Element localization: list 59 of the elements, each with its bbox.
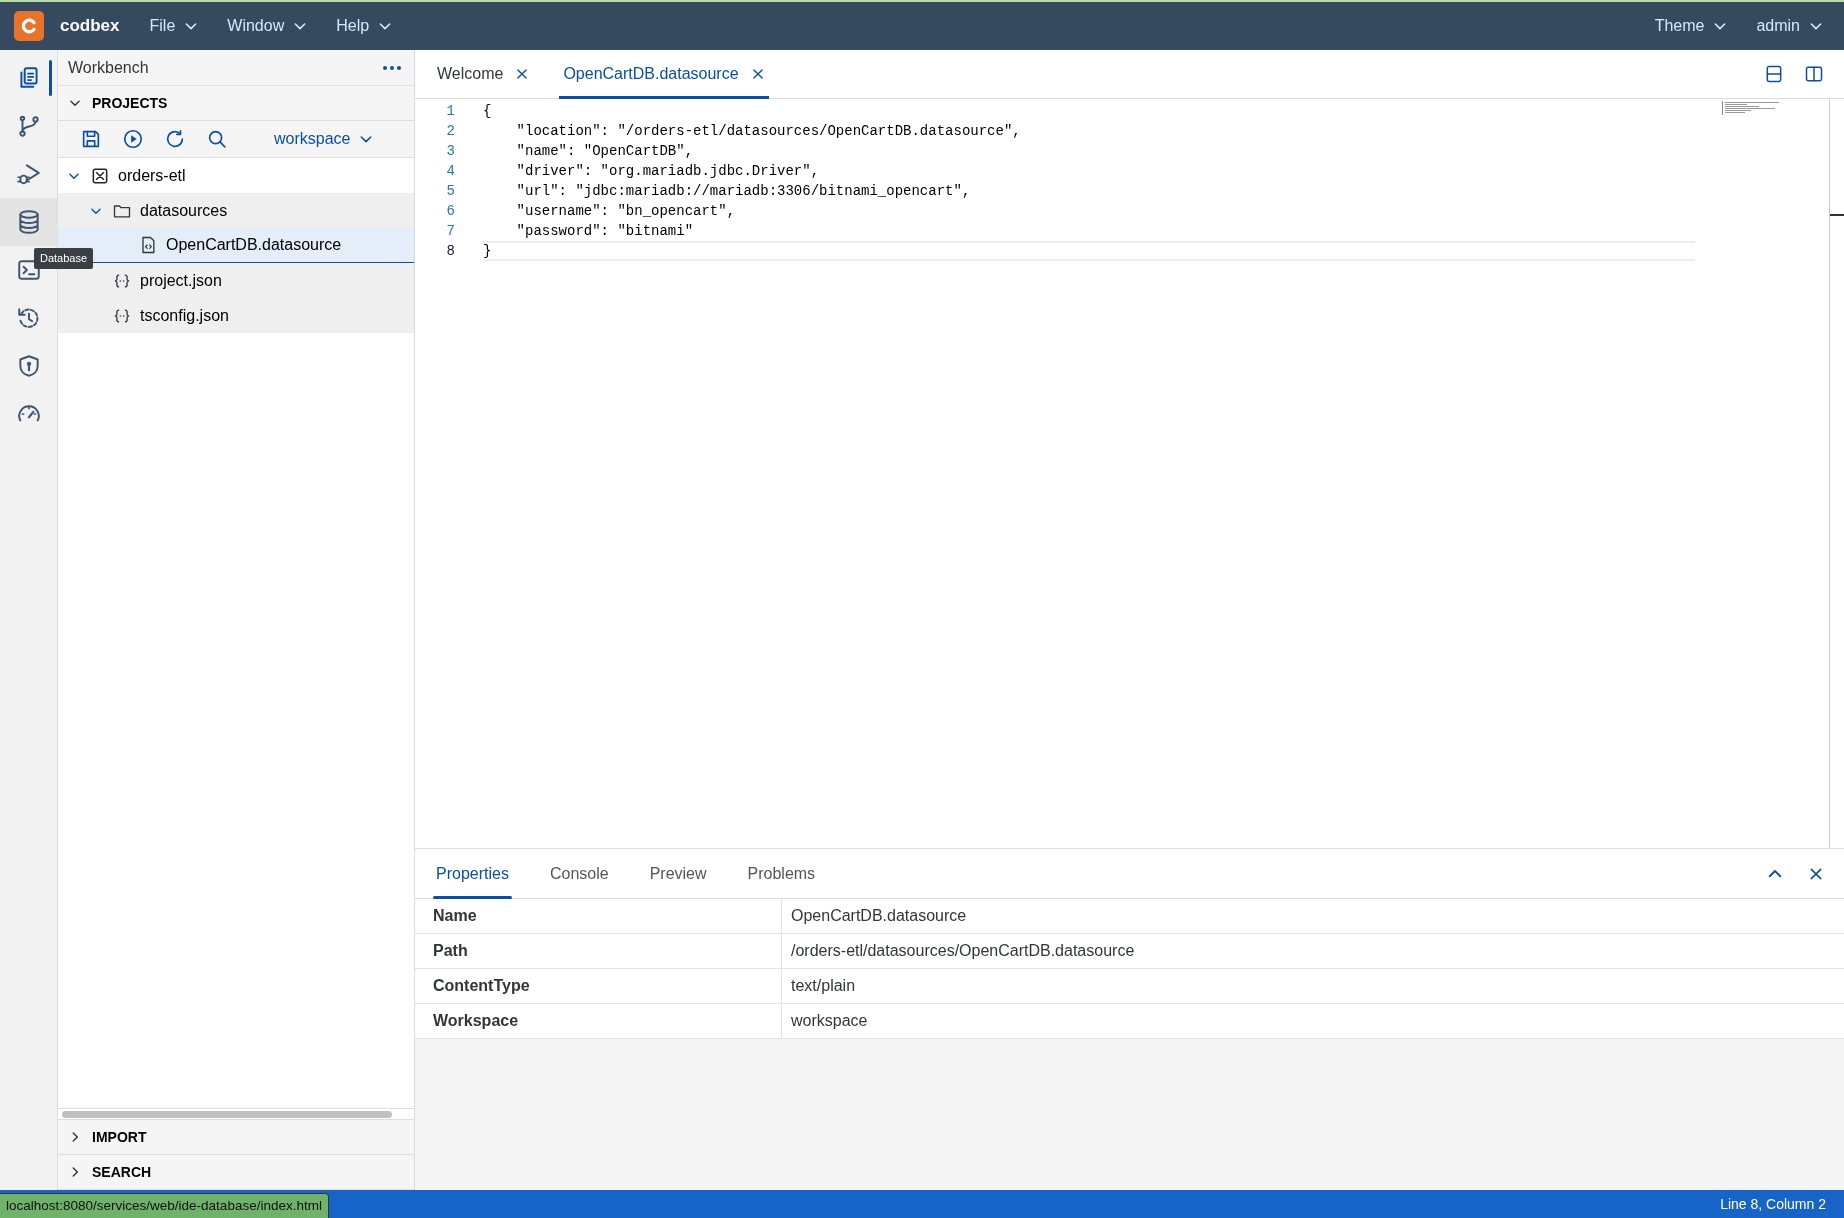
- scrollbar-thumb[interactable]: [62, 1111, 392, 1118]
- close-icon[interactable]: [750, 67, 765, 81]
- line-number: 5: [445, 182, 455, 201]
- line-number: 4: [445, 162, 455, 181]
- property-value: /orders-etl/datasources/OpenCartDB.datasource: [790, 941, 1135, 961]
- code-line: "username": "bn_opencart",: [515, 202, 737, 221]
- run-debug-icon: [15, 161, 42, 187]
- scroll-marker: [1830, 214, 1844, 216]
- tree-item[interactable]: datasources: [58, 193, 414, 228]
- split-vertical-icon[interactable]: [1804, 64, 1824, 84]
- close-icon[interactable]: [515, 67, 530, 81]
- refresh-icon[interactable]: [164, 128, 186, 150]
- save-icon[interactable]: [80, 128, 102, 150]
- activity-button[interactable]: [0, 198, 57, 246]
- brand-name: codbex: [60, 15, 120, 38]
- editor-tab[interactable]: OpenCartDB.datasource: [559, 49, 769, 99]
- line-number: 6: [445, 202, 455, 221]
- code-line: "driver": "org.mariadb.jdbc.Driver",: [515, 162, 821, 181]
- link-preview: localhost:8080/services/web/ide-database/index.html: [0, 1192, 329, 1218]
- code-line: "location": "/orders-etl/datasources/OpenCartDB.datasource",: [515, 122, 1022, 141]
- tooltip: Database: [34, 248, 94, 269]
- property-name: ContentType: [415, 969, 782, 1003]
- property-name: Name: [415, 899, 782, 933]
- line-number: 7: [445, 222, 455, 241]
- tree-item[interactable]: project.json: [58, 263, 414, 298]
- menu-item[interactable]: Help: [330, 10, 400, 42]
- terminal-icon: [15, 257, 42, 283]
- line-number: 3: [445, 142, 455, 161]
- line-number: 2: [445, 122, 455, 141]
- minimap-drawing: [1722, 101, 1782, 115]
- play-icon[interactable]: [122, 128, 144, 150]
- menu-item[interactable]: Window: [221, 10, 315, 42]
- code-line: {: [483, 102, 493, 121]
- search-icon[interactable]: [206, 128, 228, 150]
- code-line: "name": "OpenCartDB",: [515, 142, 695, 161]
- workspace-dropdown[interactable]: workspace: [268, 126, 381, 152]
- logo-icon: [14, 11, 44, 41]
- panel-title: Workbench: [68, 57, 149, 78]
- split-horizontal-icon[interactable]: [1764, 64, 1784, 84]
- property-name: Path: [415, 934, 782, 968]
- menu-item[interactable]: Theme: [1648, 10, 1735, 42]
- property-name: Workspace: [415, 1004, 782, 1038]
- panel-tab[interactable]: Problems: [744, 848, 819, 899]
- code-line: "password": "bitnami": [515, 222, 695, 241]
- code-line: }: [483, 241, 1695, 261]
- property-value: workspace: [790, 1011, 868, 1031]
- panel-tab[interactable]: Preview: [646, 848, 710, 899]
- menu-item[interactable]: admin: [1750, 10, 1830, 42]
- property-value: text/plain: [790, 976, 856, 996]
- line-number: 8: [445, 242, 455, 261]
- panel-tab[interactable]: Properties: [433, 848, 512, 899]
- code-line: "url": "jdbc:mariadb://mariadb:3306/bitnami_opencart",: [515, 182, 972, 201]
- editor-tab[interactable]: Welcome: [433, 49, 534, 99]
- property-value: OpenCartDB.datasource: [790, 906, 967, 926]
- menu-item[interactable]: File: [143, 10, 206, 42]
- cursor-position: Line 8, Column 2: [1720, 1194, 1826, 1214]
- panel-tab[interactable]: Console: [546, 848, 612, 899]
- line-number: 1: [445, 102, 455, 121]
- tree-item[interactable]: tsconfig.json: [58, 298, 414, 333]
